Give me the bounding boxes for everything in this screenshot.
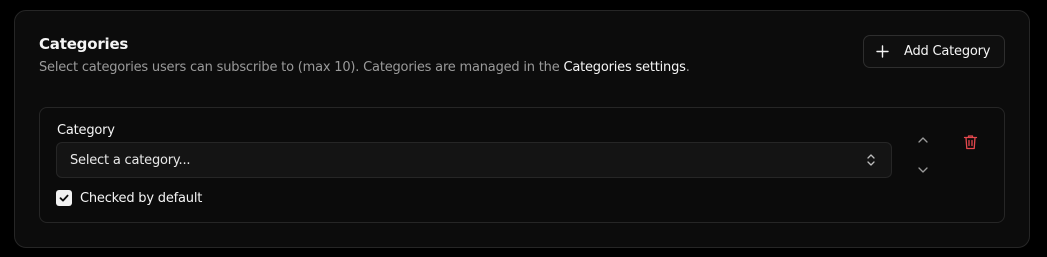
plus-icon [876, 45, 889, 58]
trash-icon [963, 135, 977, 150]
add-category-button[interactable]: Add Category [863, 35, 1005, 68]
chevrons-up-down-icon [867, 154, 875, 166]
category-row: Category Select a category... Checked by… [39, 107, 1005, 223]
move-up-button[interactable] [913, 130, 933, 150]
checked-by-default-checkbox[interactable] [56, 190, 72, 206]
chevron-down-icon [918, 167, 928, 173]
description-text: Select categories users can subscribe to… [39, 60, 564, 75]
categories-card: Categories Select categories users can s… [14, 10, 1030, 248]
category-select[interactable]: Select a category... [56, 142, 892, 178]
checked-by-default-label: Checked by default [80, 190, 203, 206]
description-suffix: . [685, 60, 690, 75]
category-field-label: Category [57, 123, 115, 138]
section-title: Categories [39, 35, 129, 53]
delete-category-button[interactable] [960, 132, 980, 152]
checked-by-default-option: Checked by default [56, 190, 202, 206]
category-select-value: Select a category... [70, 152, 191, 168]
check-icon [59, 194, 69, 202]
chevron-up-icon [918, 137, 928, 143]
move-down-button[interactable] [913, 160, 933, 180]
categories-settings-link[interactable]: Categories settings [563, 60, 685, 75]
add-category-label: Add Category [904, 44, 991, 59]
section-description: Select categories users can subscribe to… [39, 60, 690, 75]
